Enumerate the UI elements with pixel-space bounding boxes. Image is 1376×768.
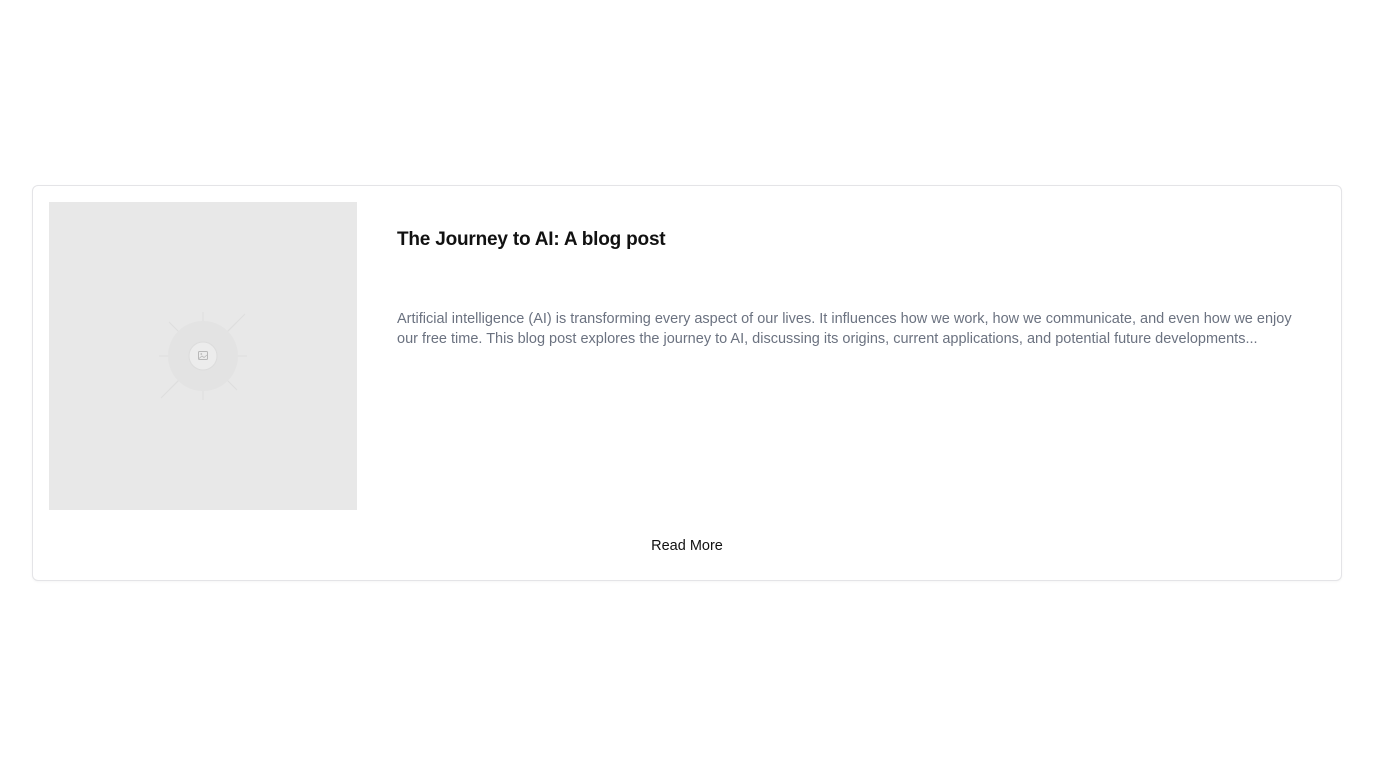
read-more-button[interactable]: Read More [627, 534, 747, 558]
post-thumbnail [49, 202, 357, 510]
blog-post-card: The Journey to AI: A blog post Artificia… [32, 185, 1342, 581]
post-content: The Journey to AI: A blog post Artificia… [397, 226, 1297, 347]
post-title: The Journey to AI: A blog post [397, 229, 666, 250]
post-excerpt: Artificial intelligence (AI) is transfor… [397, 311, 1292, 347]
image-placeholder-icon [159, 312, 247, 400]
